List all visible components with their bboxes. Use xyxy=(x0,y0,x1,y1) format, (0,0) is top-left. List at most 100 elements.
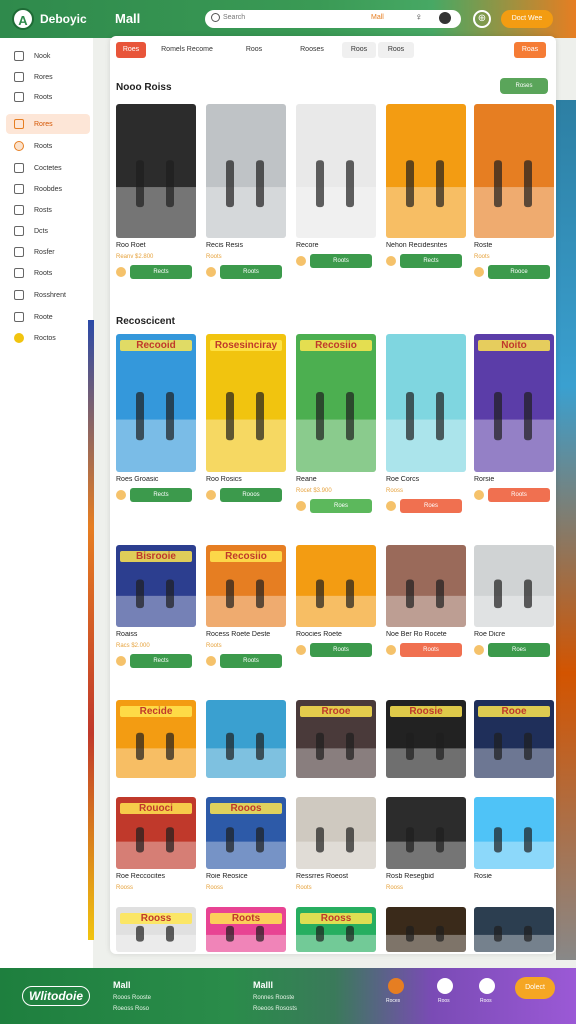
product-image[interactable]: Rouoci xyxy=(116,797,196,869)
card-action-button[interactable]: Rooce xyxy=(488,265,550,279)
product-card[interactable]: Recore Roots xyxy=(296,104,376,268)
user-icon[interactable] xyxy=(437,978,453,994)
product-image[interactable] xyxy=(386,545,466,627)
card-action-button[interactable]: Rects xyxy=(130,265,192,279)
product-image[interactable]: Rooss xyxy=(116,907,196,952)
product-image[interactable]: Rosesinciray xyxy=(206,334,286,472)
bell-icon[interactable]: ♀ xyxy=(415,12,423,23)
product-image[interactable] xyxy=(386,907,466,952)
product-image[interactable]: Roosie xyxy=(386,700,466,778)
card-action-button[interactable]: Roots xyxy=(400,643,462,657)
shopping-bag-icon[interactable] xyxy=(116,267,126,277)
sidebar-item-11[interactable]: Roots xyxy=(6,263,90,283)
tab-7[interactable]: Roas xyxy=(514,42,546,58)
shopping-bag-icon[interactable] xyxy=(296,501,306,511)
product-card[interactable]: Recosiio Rocess Roete Deste Roots Roots xyxy=(206,545,286,668)
tab-3[interactable]: Roos xyxy=(234,42,274,58)
product-image[interactable] xyxy=(296,797,376,869)
card-action-button[interactable]: Rects xyxy=(400,254,462,268)
view-all-button[interactable]: Roses xyxy=(500,78,548,94)
product-card[interactable]: Rooos Roie Reosice Rooss xyxy=(206,797,286,891)
product-card[interactable]: Recosiio Reane Rocet $3.900 Roes xyxy=(296,334,376,513)
shopping-bag-icon[interactable] xyxy=(386,256,396,266)
product-image[interactable] xyxy=(474,545,554,627)
product-card[interactable]: Noito Rorsie Roots xyxy=(474,334,554,502)
product-card[interactable] xyxy=(474,907,554,952)
product-image[interactable] xyxy=(386,334,466,472)
shopping-bag-icon[interactable] xyxy=(206,267,216,277)
product-card[interactable]: Roosie xyxy=(386,700,466,778)
sidebar-item-3[interactable]: Roots xyxy=(6,87,90,107)
app-logo[interactable]: A xyxy=(12,8,34,30)
product-card[interactable]: Nehon Recidesntes Rects xyxy=(386,104,466,268)
product-image[interactable]: Recosiio xyxy=(206,545,286,627)
sidebar-item-7[interactable]: Roobdes xyxy=(6,179,90,199)
shopping-bag-icon[interactable] xyxy=(474,645,484,655)
product-image[interactable]: Recosiio xyxy=(296,334,376,472)
card-action-button[interactable]: Roots xyxy=(488,488,550,502)
tab-5[interactable]: Roos xyxy=(342,42,376,58)
shopping-bag-icon[interactable] xyxy=(296,645,306,655)
product-card[interactable]: Recide xyxy=(116,700,196,778)
shopping-bag-icon[interactable] xyxy=(474,490,484,500)
product-image[interactable]: Rooos xyxy=(206,797,286,869)
sidebar-item-13[interactable]: Roote xyxy=(6,307,90,327)
card-action-button[interactable]: Roots xyxy=(220,654,282,668)
shopping-bag-icon[interactable] xyxy=(116,656,126,666)
tab-2[interactable]: Romels Recome xyxy=(152,42,222,58)
product-image[interactable]: Roots xyxy=(206,907,286,952)
settings-icon[interactable] xyxy=(479,978,495,994)
product-image[interactable]: Rrooe xyxy=(296,700,376,778)
product-image[interactable] xyxy=(206,700,286,778)
product-image[interactable] xyxy=(206,104,286,238)
product-image[interactable]: Recooid xyxy=(116,334,196,472)
product-card[interactable]: Bisrooie Roaiss Racs $2.000 Rects xyxy=(116,545,196,668)
card-action-button[interactable]: Roots xyxy=(310,643,372,657)
product-image[interactable] xyxy=(386,104,466,238)
tab-6[interactable]: Roos xyxy=(378,42,414,58)
product-card[interactable]: Noe Ber Ro Rocete Roots xyxy=(386,545,466,657)
product-image[interactable] xyxy=(474,797,554,869)
product-card[interactable]: Recooid Roes Groasic Rects xyxy=(116,334,196,502)
product-card[interactable]: Roocies Roete Roots xyxy=(296,545,376,657)
footer-logo[interactable]: Wlitodoie xyxy=(22,986,90,1006)
product-image[interactable] xyxy=(296,545,376,627)
card-action-button[interactable]: Roes xyxy=(310,499,372,513)
product-card[interactable]: Rooe xyxy=(474,700,554,778)
shopping-bag-icon[interactable] xyxy=(206,656,216,666)
globe-icon[interactable]: ⊕ xyxy=(473,10,491,28)
sidebar-item-1[interactable]: Nook xyxy=(6,46,90,66)
shopping-bag-icon[interactable] xyxy=(116,490,126,500)
sidebar-item-6[interactable]: Coctetes xyxy=(6,158,90,178)
product-card[interactable]: Rouoci Roe Reccocites Rooss xyxy=(116,797,196,891)
tab-4[interactable]: Rooses xyxy=(290,42,334,58)
product-card[interactable]: Recis Resis Roots Roots xyxy=(206,104,286,279)
sidebar-item-2[interactable]: Rores xyxy=(6,67,90,87)
sidebar-item-4[interactable]: Rores xyxy=(6,114,90,134)
product-card[interactable]: Roe Dicre Roes xyxy=(474,545,554,657)
footer-select-button[interactable]: Dolect xyxy=(515,977,555,999)
product-image[interactable] xyxy=(116,104,196,238)
sidebar-item-8[interactable]: Rosts xyxy=(6,200,90,220)
search-input[interactable]: Search Mall ♀ xyxy=(205,10,461,28)
product-image[interactable] xyxy=(386,797,466,869)
shopping-bag-icon[interactable] xyxy=(296,256,306,266)
sidebar-item-10[interactable]: Rosfer xyxy=(6,242,90,262)
product-image[interactable] xyxy=(296,104,376,238)
sidebar-item-14[interactable]: Roctos xyxy=(6,328,90,348)
sidebar-item-9[interactable]: Dcts xyxy=(6,221,90,241)
product-card[interactable]: Ressrres Roeost Roots xyxy=(296,797,376,891)
product-card[interactable]: Roste Roots Rooce xyxy=(474,104,554,279)
product-card[interactable]: Rooss xyxy=(116,907,196,952)
product-card[interactable]: Rrooe xyxy=(296,700,376,778)
card-action-button[interactable]: Rects xyxy=(130,488,192,502)
sidebar-item-5[interactable]: Roots xyxy=(6,136,90,156)
product-image[interactable] xyxy=(474,907,554,952)
product-card[interactable]: Roe Corcs Rooss Roes xyxy=(386,334,466,513)
shopping-bag-icon[interactable] xyxy=(386,645,396,655)
cart-icon[interactable] xyxy=(388,978,404,994)
card-action-button[interactable]: Rooos xyxy=(220,488,282,502)
card-action-button[interactable]: Rects xyxy=(130,654,192,668)
product-image[interactable]: Rooss xyxy=(296,907,376,952)
product-image[interactable]: Rooe xyxy=(474,700,554,778)
